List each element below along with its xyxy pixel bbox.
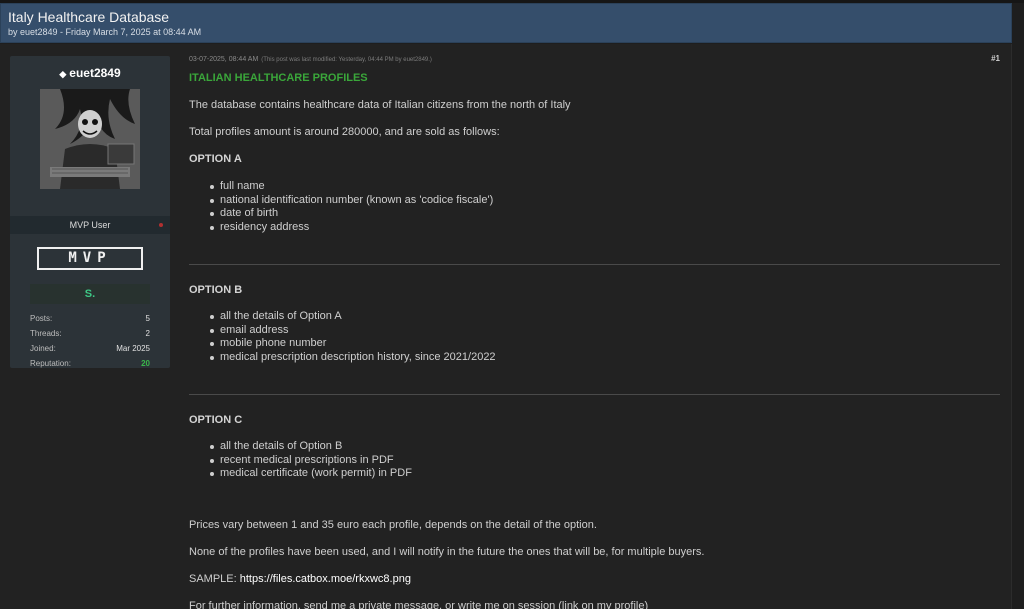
list-item: email address [210, 324, 1000, 338]
list-item: national identification number (known as… [210, 194, 1000, 208]
thread-header: Italy Healthcare Database by euet2849 - … [0, 3, 1012, 43]
user-title: MVP User [69, 220, 111, 230]
option-a-list: full name national identification number… [210, 180, 1000, 235]
author-username-text: euet2849 [69, 66, 121, 80]
intro-paragraph-2: Total profiles amount is around 280000, … [189, 126, 500, 138]
author-sidebar: ◆ euet2849 MVP User MVP S. Posts: 5 Thre… [10, 56, 170, 368]
stat-joined: Joined: Mar 2025 [30, 341, 150, 356]
stat-posts: Posts: 5 [30, 311, 150, 326]
post-headline: ITALIAN HEALTHCARE PROFILES [189, 72, 368, 84]
divider [189, 264, 1000, 265]
list-item: medical certificate (work permit) in PDF [210, 467, 1000, 481]
list-item: medical prescription description history… [210, 351, 1000, 365]
list-item: all the details of Option A [210, 310, 1000, 324]
stat-label: Threads: [30, 329, 62, 338]
stat-threads: Threads: 2 [30, 326, 150, 341]
stat-label: Joined: [30, 344, 56, 353]
post-meta: 03-07-2025, 08:44 AM (This post was last … [189, 54, 1000, 66]
divider [189, 394, 1000, 395]
prices-paragraph: Prices vary between 1 and 35 euro each p… [189, 518, 597, 531]
thread-title: Italy Healthcare Database [8, 9, 170, 25]
list-item: full name [210, 180, 1000, 194]
mvp-rank-badge: MVP [37, 247, 143, 270]
list-item: all the details of Option B [210, 440, 1000, 454]
list-item: mobile phone number [210, 337, 1000, 351]
post-modified-note: (This post was last modified: Yesterday,… [261, 57, 432, 63]
notify-paragraph: None of the profiles have been used, and… [189, 545, 705, 558]
avatar[interactable] [40, 89, 140, 189]
list-item: recent medical prescriptions in PDF [210, 454, 1000, 468]
option-c-title: OPTION C [189, 414, 243, 426]
post-number-link[interactable]: #1 [991, 54, 1000, 63]
stat-reputation: Reputation: 20 [30, 356, 150, 371]
sample-paragraph: SAMPLE: https://files.catbox.moe/rkxwc8.… [189, 573, 1000, 586]
option-c-list: all the details of Option B recent medic… [210, 440, 1000, 481]
sample-link[interactable]: https://files.catbox.moe/rkxwc8.png [240, 573, 411, 585]
diamond-icon: ◆ [59, 69, 67, 79]
stat-value: Mar 2025 [116, 344, 150, 353]
contact-paragraph: For further information, send me a priva… [189, 599, 649, 609]
offline-status-dot [159, 223, 163, 227]
stat-value: 2 [145, 329, 150, 338]
list-item: residency address [210, 221, 1000, 235]
stat-value: 5 [145, 314, 150, 323]
post-date[interactable]: 03-07-2025, 08:44 AM [189, 56, 258, 63]
avatar-image [40, 89, 140, 189]
sample-label: SAMPLE: [189, 572, 237, 585]
s-badge: S. [30, 284, 150, 304]
intro-paragraph-1: The database contains healthcare data of… [189, 99, 571, 111]
option-b-list: all the details of Option A email addres… [210, 310, 1000, 365]
post-content: 03-07-2025, 08:44 AM (This post was last … [189, 54, 1000, 609]
author-username[interactable]: ◆ euet2849 [10, 66, 170, 80]
option-b-title: OPTION B [189, 284, 243, 296]
option-a-title: OPTION A [189, 153, 242, 165]
user-title-bar: MVP User [10, 216, 170, 234]
thread-subtitle: by euet2849 - Friday March 7, 2025 at 08… [8, 27, 202, 37]
stat-value[interactable]: 20 [141, 356, 150, 371]
stat-label: Reputation: [30, 359, 71, 368]
author-stats: Posts: 5 Threads: 2 Joined: Mar 2025 Reputa… [30, 311, 150, 371]
post-body: ITALIAN HEALTHCARE PROFILES The database… [189, 72, 1000, 609]
stat-label: Posts: [30, 314, 53, 323]
post-container: ◆ euet2849 MVP User MVP S. Posts: 5 Thre… [0, 44, 1012, 609]
list-item: date of birth [210, 207, 1000, 221]
